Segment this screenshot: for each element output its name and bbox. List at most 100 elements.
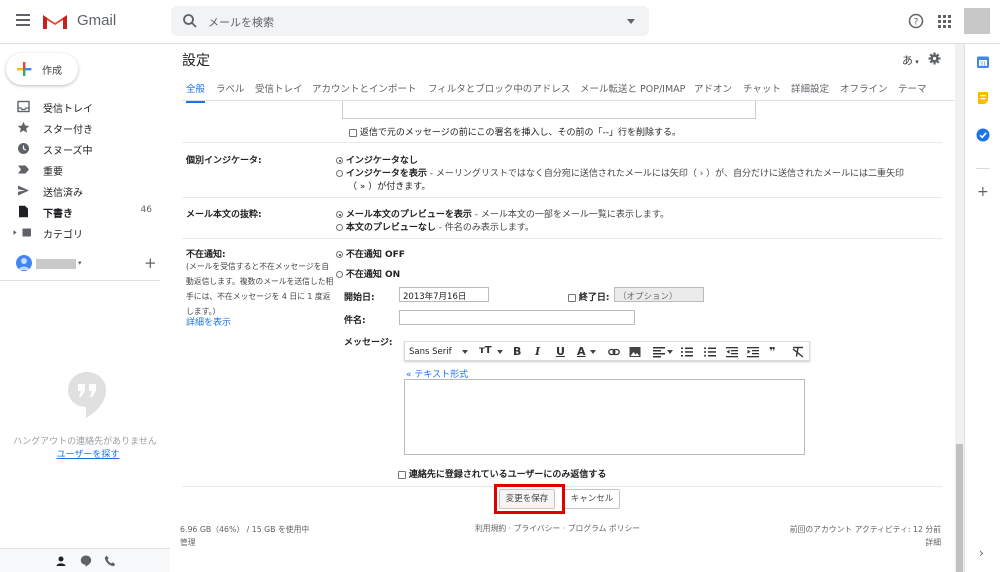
tab-filters[interactable]: フィルタとブロック中のアドレス [428,81,570,95]
chat-tab-icon[interactable] [80,555,92,567]
start-date-field[interactable]: 2013年7月16日 [399,287,489,302]
indicator-on-radio[interactable] [336,170,343,177]
bold-icon[interactable]: B [513,345,521,358]
vacation-on-radio[interactable] [336,271,343,278]
end-date-option[interactable]: 終了日: [568,290,609,303]
chevron-down-icon[interactable] [462,350,468,354]
chevron-down-icon[interactable] [497,350,503,354]
text-color-icon[interactable]: A [577,345,586,358]
nav-drafts[interactable]: 下書き 46 [0,201,160,221]
help-icon[interactable]: ? [908,13,924,29]
nav-inbox[interactable]: 受信トレイ [0,96,160,116]
vacation-off-radio[interactable] [336,251,343,258]
tab-offline[interactable]: オフライン [840,81,888,95]
font-size-icon[interactable]: ᴛT [479,345,492,356]
italic-icon[interactable]: I [535,345,540,358]
compose-button[interactable]: 作成 [6,53,78,85]
input-tools-button[interactable]: あ ▾ [902,52,919,68]
end-date-field[interactable]: （オプション） [614,287,704,302]
subject-field[interactable] [399,310,635,325]
numbered-list-icon[interactable] [681,346,693,358]
find-users-link[interactable]: ユーザーを探す [0,447,176,460]
get-addons-icon[interactable]: + [977,184,989,200]
bulleted-list-icon[interactable] [704,346,716,358]
activity-details-link[interactable]: 詳細 [790,536,941,549]
link-icon[interactable] [608,346,620,358]
tasks-icon[interactable] [976,128,990,142]
compose-label: 作成 [42,66,62,77]
gear-icon[interactable] [928,52,941,65]
manage-storage-link[interactable]: 管理 [180,536,309,549]
contacts-tab-icon[interactable] [55,555,67,567]
search-options-icon[interactable] [627,19,635,24]
indent-less-icon[interactable] [726,346,738,358]
main-menu-icon[interactable] [16,14,30,26]
account-avatar[interactable] [964,8,990,34]
chevron-right-icon[interactable]: › [979,546,984,560]
underline-icon[interactable]: U [556,345,565,358]
avatar[interactable] [16,255,32,271]
tab-forwarding[interactable]: メール転送と POP/IMAP [580,81,685,95]
snippet-hide-radio[interactable] [336,224,343,231]
apps-grid-icon[interactable] [938,15,951,28]
tab-themes[interactable]: テーマ [898,81,927,95]
nav-label: スター付き [43,125,93,136]
nav-categories[interactable]: カテゴリ [0,222,160,242]
chevron-down-icon[interactable]: ▾ [78,259,82,267]
vacation-on-label: 不在通知 ON [345,270,401,280]
tab-inbox[interactable]: 受信トレイ [255,81,303,95]
signature-position-option[interactable]: 返信で元のメッセージの前にこの署名を挿入し、その前の「--」行を削除する。 [349,125,681,138]
hangouts-user[interactable]: ▾ + [16,254,166,275]
contacts-only-checkbox[interactable] [398,470,406,479]
plus-icon [17,62,32,76]
scrollbar-thumb[interactable] [956,444,963,572]
vacation-details-link[interactable]: 詳細を表示 [186,315,231,328]
indent-more-icon[interactable] [747,346,759,358]
chevron-down-icon[interactable] [590,350,596,354]
tab-general[interactable]: 全般 [186,81,206,103]
nav-sent[interactable]: 送信済み [0,180,160,200]
message-body-editor[interactable] [404,379,805,455]
snippet-show-option[interactable]: メール本文のプレビューを表示 - メール本文の一部をメール一覧に表示します。 [336,207,669,220]
nav-important[interactable]: 重要 [0,159,160,179]
settings-content: 返信で元のメッセージの前にこの署名を挿入し、その前の「--」行を削除する。 個別… [180,101,942,572]
search-input[interactable]: メールを検索 [208,14,274,30]
signature-editor[interactable] [342,101,756,119]
indicator-off-radio[interactable] [336,157,343,164]
person-icon [18,258,30,270]
nav-starred[interactable]: スター付き [0,117,160,137]
nav-label: 重要 [43,167,63,178]
search-icon[interactable] [182,13,198,29]
snippet-show-radio[interactable] [336,211,343,218]
remove-formatting-icon[interactable] [792,346,804,358]
indicator-off-option[interactable]: インジケータなし [336,153,418,166]
nav-snoozed[interactable]: スヌーズ中 [0,138,160,158]
contacts-only-option[interactable]: 連絡先に登録されているユーザーにのみ返信する [398,467,606,480]
add-contact-button[interactable]: + [144,254,157,272]
indicator-on-option[interactable]: インジケータを表示 - メーリングリストではなく自分宛に送信されたメールには矢印… [336,166,904,179]
tab-labels[interactable]: ラベル [216,81,245,95]
tab-chat[interactable]: チャット [743,81,781,95]
quote-icon[interactable]: ❞ [769,345,775,358]
vacation-off-option[interactable]: 不在通知 OFF [336,247,405,260]
snippet-hide-option[interactable]: 本文のプレビューなし - 件名のみ表示します。 [336,220,534,233]
tab-advanced[interactable]: 詳細設定 [791,81,829,95]
signature-checkbox[interactable] [349,128,357,137]
end-date-checkbox[interactable] [568,293,576,302]
main-scrollbar[interactable] [955,44,964,572]
gmail-logo-icon[interactable] [42,11,68,31]
chevron-down-icon[interactable] [667,350,673,354]
footer-links[interactable]: 利用規約 · プライバシー · プログラム ポリシー [475,523,640,534]
align-icon[interactable] [653,346,665,358]
keep-icon[interactable] [976,91,990,105]
tab-accounts[interactable]: アカウントとインポート [312,81,417,95]
vacation-on-option[interactable]: 不在通知 ON [336,267,400,280]
phone-tab-icon[interactable] [104,555,116,567]
send-icon [18,185,29,196]
cancel-button[interactable]: キャンセル [564,489,620,509]
calendar-icon[interactable]: 31 [976,55,990,69]
font-family-select[interactable]: Sans Serif [409,347,452,357]
image-icon[interactable] [629,346,641,358]
tab-addons[interactable]: アドオン [694,81,732,95]
search-bar[interactable]: メールを検索 [171,6,649,36]
